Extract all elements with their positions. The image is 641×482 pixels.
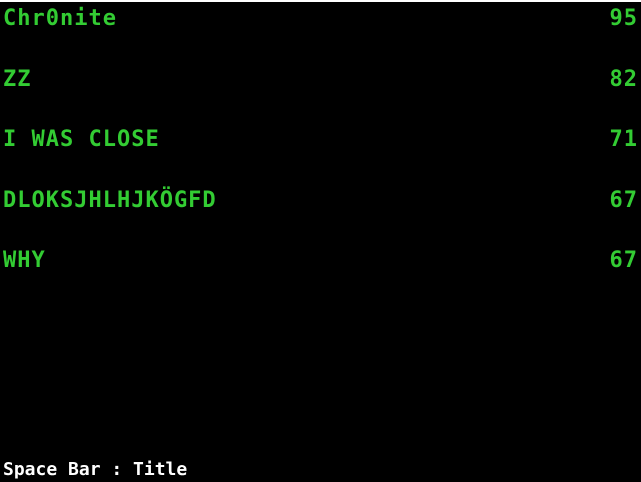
player-name: ZZ [3,67,32,92]
highscore-entry-5: WHY 67 [3,247,638,275]
highscore-screen: Chr0nite 95 ZZ 82 I WAS CLOSE 71 DLOKSJH… [0,0,641,481]
player-score: 95 [609,6,638,31]
player-name: WHY [3,248,46,273]
player-name: DLOKSJHLHJKÖGFD [3,188,217,213]
player-score: 67 [609,248,638,273]
player-score: 71 [609,127,638,152]
player-score: 67 [609,188,638,213]
player-name: I WAS CLOSE [3,127,160,152]
highscore-entry-2: ZZ 82 [3,66,638,94]
highscore-entry-4: DLOKSJHLHJKÖGFD 67 [3,187,638,215]
highscore-entry-1: Chr0nite 95 [3,5,638,33]
space-bar-title-hint: Space Bar : Title [3,459,188,480]
player-name: Chr0nite [3,6,117,31]
player-score: 82 [609,67,638,92]
highscore-entry-3: I WAS CLOSE 71 [3,126,638,154]
